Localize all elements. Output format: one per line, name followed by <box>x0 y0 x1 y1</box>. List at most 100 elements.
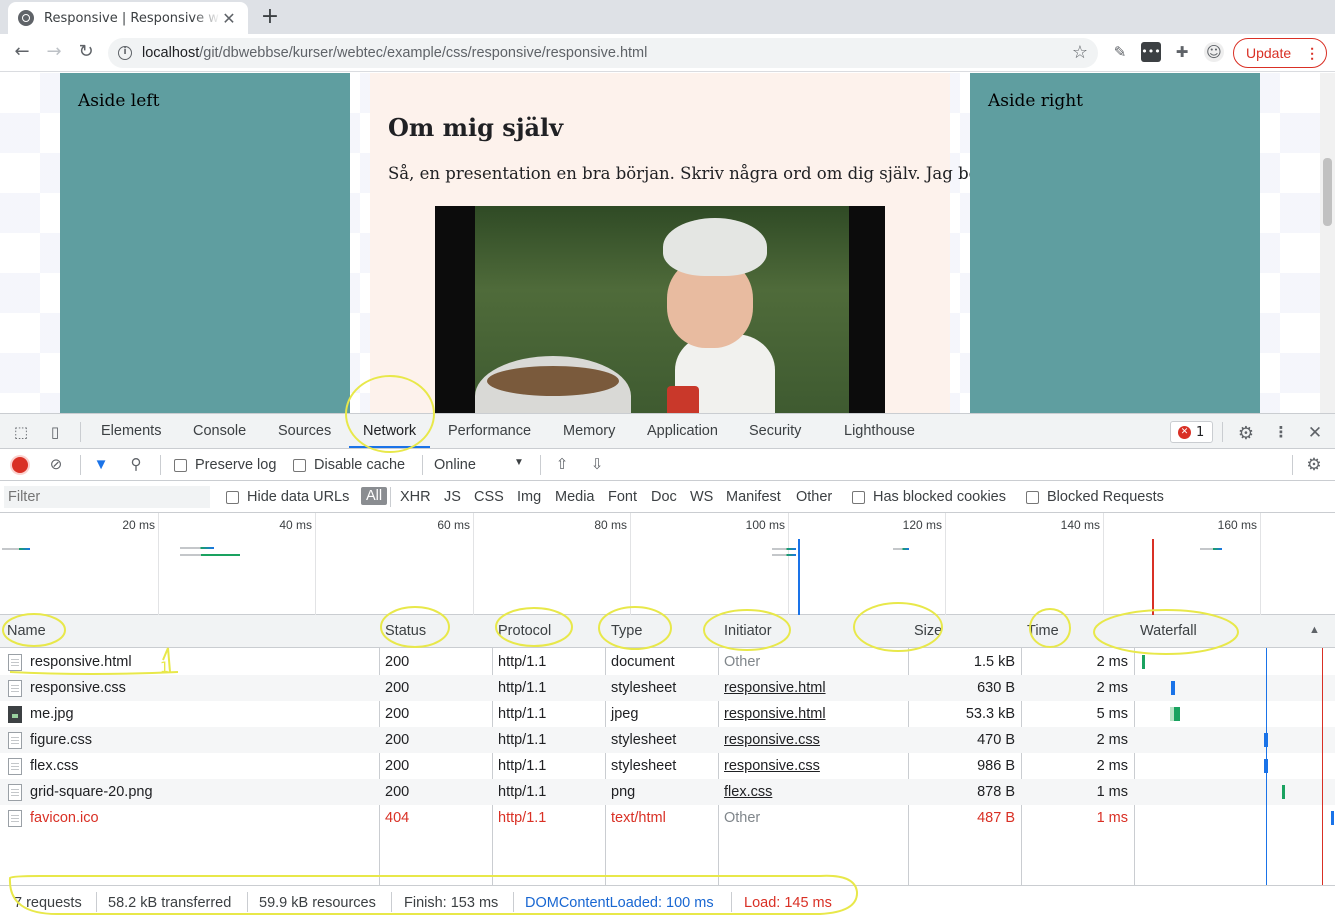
filter-funnel-icon[interactable]: ▼ <box>92 456 110 474</box>
filter-type-other[interactable]: Other <box>796 489 832 505</box>
timeline-label: 20 ms <box>122 518 155 532</box>
document-file-icon <box>8 810 22 827</box>
inspect-element-icon[interactable]: ⬚ <box>11 423 31 441</box>
more-options-icon[interactable]: ⋮ <box>1271 423 1291 441</box>
initiator-link[interactable]: responsive.html <box>724 706 826 722</box>
filter-type-font[interactable]: Font <box>608 489 637 505</box>
domcontentloaded-marker <box>798 539 800 615</box>
eyedropper-extension-icon[interactable]: ✎ <box>1110 42 1130 62</box>
initiator-link[interactable]: responsive.css <box>724 758 820 774</box>
main-content: Om mig själv Så, en presentation en bra … <box>370 73 1013 413</box>
extension-dots-icon[interactable]: ••• <box>1141 42 1161 62</box>
initiator-link[interactable]: responsive.html <box>724 680 826 696</box>
browser-tab[interactable]: Responsive | Responsive w ✕ <box>8 2 248 34</box>
export-har-icon[interactable]: ⇩ <box>588 456 606 474</box>
address-bar[interactable]: i localhost/git/dbwebbse/kurser/webtec/e… <box>108 38 1098 68</box>
tab-application[interactable]: Application <box>647 414 718 448</box>
filter-type-manifest[interactable]: Manifest <box>726 489 781 505</box>
table-row[interactable]: responsive.html 200 http/1.1 document Ot… <box>0 649 1335 675</box>
aside-left-label: Aside left <box>78 91 160 111</box>
menu-dots-icon[interactable]: ⋮ <box>1305 45 1319 62</box>
reload-icon[interactable]: ↻ <box>74 40 98 64</box>
back-icon[interactable]: ← <box>10 40 34 64</box>
update-button[interactable]: Update ⋮ <box>1233 38 1327 68</box>
filter-type-img[interactable]: Img <box>517 489 541 505</box>
column-header-status[interactable]: Status <box>385 623 426 639</box>
initiator-link[interactable]: flex.css <box>724 784 772 800</box>
tab-sources[interactable]: Sources <box>278 414 331 448</box>
column-header-type[interactable]: Type <box>611 623 642 639</box>
waterfall-bar <box>1171 681 1175 695</box>
error-count-badge[interactable]: ✕ 1 <box>1170 421 1213 443</box>
hide-data-urls-checkbox[interactable]: Hide data URLs <box>226 489 349 505</box>
tab-memory[interactable]: Memory <box>563 414 615 448</box>
table-row[interactable]: figure.css 200 http/1.1 stylesheet respo… <box>0 727 1335 753</box>
initiator-link[interactable]: responsive.css <box>724 732 820 748</box>
waterfall-bar <box>1170 707 1180 721</box>
column-header-waterfall[interactable]: Waterfall <box>1140 623 1197 639</box>
disable-cache-checkbox[interactable]: Disable cache <box>293 457 405 473</box>
filter-type-all[interactable]: All <box>361 487 388 505</box>
new-tab-button[interactable]: + <box>258 4 282 29</box>
requests-table: Name Status Protocol Type Initiator Size… <box>0 615 1335 885</box>
filter-type-ws[interactable]: WS <box>690 489 713 505</box>
tab-close-icon[interactable]: ✕ <box>220 9 238 28</box>
table-row[interactable]: responsive.css 200 http/1.1 stylesheet r… <box>0 675 1335 701</box>
column-header-size[interactable]: Size <box>914 623 942 639</box>
tab-security[interactable]: Security <box>749 414 801 448</box>
image-file-icon <box>8 784 22 801</box>
preserve-log-checkbox[interactable]: Preserve log <box>174 457 276 473</box>
throttling-select[interactable]: Online ▼ <box>434 457 526 473</box>
tab-network[interactable]: Network <box>349 414 431 448</box>
has-blocked-cookies-checkbox[interactable]: Has blocked cookies <box>852 489 1006 505</box>
waterfall-bar <box>1142 655 1145 669</box>
timeline-label: 40 ms <box>279 518 312 532</box>
document-file-icon <box>8 654 22 671</box>
sort-ascending-icon[interactable]: ▲ <box>1309 624 1320 636</box>
filter-input[interactable] <box>4 486 210 508</box>
network-settings-icon[interactable]: ⚙ <box>1305 456 1323 474</box>
blocked-requests-checkbox[interactable]: Blocked Requests <box>1026 489 1164 505</box>
search-icon[interactable]: ⚲ <box>127 456 145 474</box>
tab-performance[interactable]: Performance <box>448 414 531 448</box>
network-overview[interactable]: 20 ms 40 ms 60 ms 80 ms 100 ms 120 ms 14… <box>0 513 1335 615</box>
table-row[interactable]: favicon.ico 404 http/1.1 text/html Other… <box>0 805 1335 831</box>
filter-type-media[interactable]: Media <box>555 489 595 505</box>
filter-type-css[interactable]: CSS <box>474 489 504 505</box>
profile-avatar[interactable]: ☺ <box>1204 42 1224 62</box>
stylesheet-file-icon <box>8 680 22 697</box>
tab-lighthouse[interactable]: Lighthouse <box>844 414 915 448</box>
page-scrollbar[interactable] <box>1320 73 1335 413</box>
load-time: Load: 145 ms <box>744 895 832 911</box>
tab-elements[interactable]: Elements <box>101 414 161 448</box>
chevron-down-icon: ▼ <box>514 457 524 468</box>
filter-type-js[interactable]: JS <box>444 489 461 505</box>
bookmark-star-icon[interactable]: ☆ <box>1072 42 1088 63</box>
puzzle-icon[interactable]: ✚ <box>1172 42 1192 62</box>
aside-right: Aside right <box>970 73 1260 413</box>
import-har-icon[interactable]: ⇧ <box>553 456 571 474</box>
filter-type-xhr[interactable]: XHR <box>400 489 431 505</box>
clear-icon[interactable]: ⊘ <box>47 456 65 474</box>
page-viewport: Aside left Om mig själv Så, en presentat… <box>0 73 1335 413</box>
column-header-protocol[interactable]: Protocol <box>498 623 551 639</box>
table-row[interactable]: grid-square-20.png 200 http/1.1 png flex… <box>0 779 1335 805</box>
table-row[interactable]: flex.css 200 http/1.1 stylesheet respons… <box>0 753 1335 779</box>
domcontentloaded-time: DOMContentLoaded: 100 ms <box>525 895 714 911</box>
close-devtools-icon[interactable]: ✕ <box>1305 423 1325 443</box>
column-header-time[interactable]: Time <box>1027 623 1059 639</box>
filter-type-doc[interactable]: Doc <box>651 489 677 505</box>
column-header-name[interactable]: Name <box>7 623 46 639</box>
scrollbar-thumb[interactable] <box>1323 158 1332 226</box>
page-heading: Om mig själv <box>388 113 564 142</box>
column-header-initiator[interactable]: Initiator <box>724 623 772 639</box>
forward-icon[interactable]: → <box>42 40 66 64</box>
table-row[interactable]: me.jpg 200 http/1.1 jpeg responsive.html… <box>0 701 1335 727</box>
device-toolbar-icon[interactable]: ▯ <box>45 423 65 441</box>
info-icon[interactable]: i <box>118 46 132 60</box>
record-button[interactable] <box>12 457 28 473</box>
tab-console[interactable]: Console <box>193 414 246 448</box>
timeline-label: 160 ms <box>1217 518 1257 532</box>
settings-gear-icon[interactable]: ⚙ <box>1236 423 1256 444</box>
waterfall-bar <box>1282 785 1285 799</box>
